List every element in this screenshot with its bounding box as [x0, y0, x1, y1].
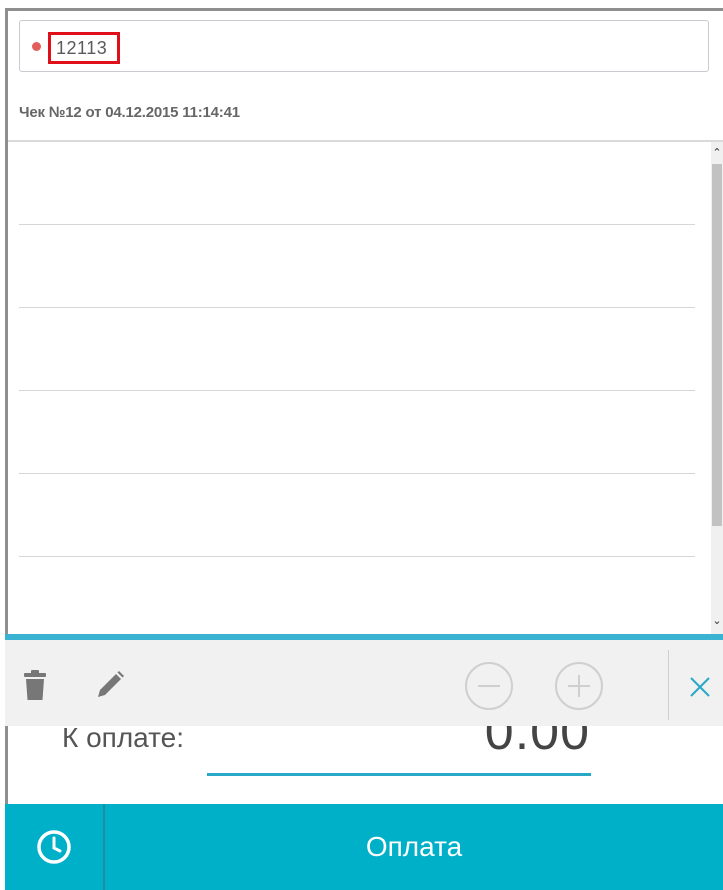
- decrease-quantity-button[interactable]: [465, 662, 513, 710]
- list-item[interactable]: [19, 473, 695, 474]
- window-frame-top: [5, 8, 723, 11]
- scroll-up-arrow-icon[interactable]: ⌃: [711, 146, 723, 160]
- receipt-items-list[interactable]: [8, 142, 711, 634]
- toolbar-divider: [668, 650, 669, 720]
- minus-icon: [478, 685, 500, 687]
- edit-item-button[interactable]: [93, 668, 127, 702]
- toolbar-accent-line: [5, 634, 723, 640]
- pay-button-label: Оплата: [365, 831, 463, 862]
- list-item[interactable]: [19, 307, 695, 308]
- scroll-down-arrow-icon[interactable]: ⌄: [711, 614, 723, 628]
- list-scrollbar[interactable]: ⌃ ⌄: [711, 142, 723, 634]
- scrollbar-thumb[interactable]: [712, 164, 722, 526]
- list-item[interactable]: [19, 390, 695, 391]
- increase-quantity-button[interactable]: [555, 662, 603, 710]
- status-indicator-dot: [32, 42, 41, 51]
- total-underline: [207, 773, 591, 776]
- history-button[interactable]: [5, 804, 103, 890]
- barcode-search-field[interactable]: 12113: [19, 20, 709, 72]
- trash-icon: [24, 670, 46, 700]
- list-item[interactable]: [19, 556, 695, 557]
- item-action-toolbar: [5, 634, 723, 726]
- delete-item-button[interactable]: [21, 668, 49, 702]
- plus-icon: [568, 675, 590, 697]
- payment-bar: Оплата: [5, 804, 723, 890]
- close-icon: [690, 677, 710, 697]
- pencil-icon: [98, 671, 124, 697]
- list-item[interactable]: [19, 224, 695, 225]
- receipt-title: Чек №12 от 04.12.2015 11:14:41: [19, 104, 240, 121]
- barcode-input-value[interactable]: 12113: [48, 32, 120, 64]
- close-toolbar-button[interactable]: [683, 670, 717, 704]
- clock-icon: [37, 830, 71, 864]
- total-label: К оплате:: [62, 722, 184, 753]
- pay-button[interactable]: Оплата: [105, 804, 723, 890]
